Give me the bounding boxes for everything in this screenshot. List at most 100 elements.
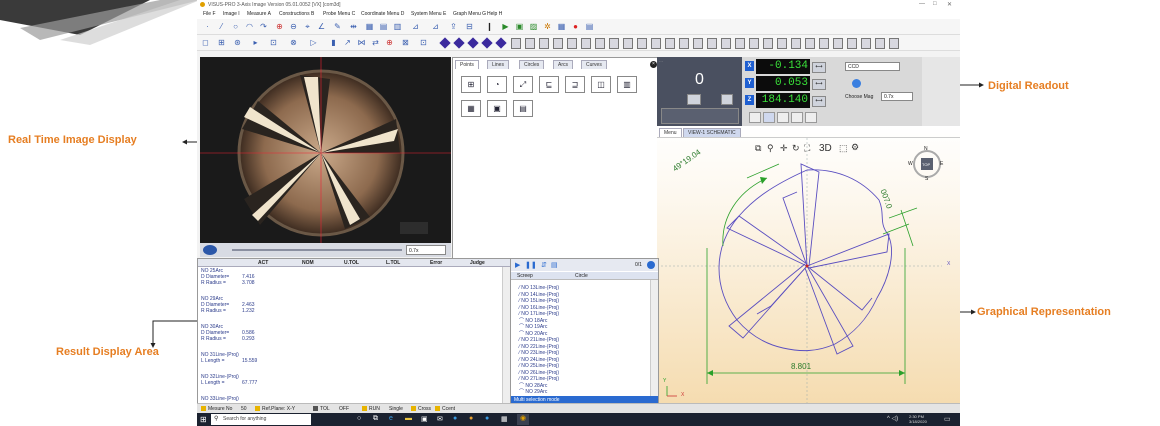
compass-east[interactable]: E <box>940 161 943 167</box>
feature-list-item[interactable]: ⌒ NO 19Arc <box>519 324 547 330</box>
status-single[interactable]: Single <box>389 406 403 412</box>
ellipse-icon[interactable]: ⊖ <box>289 22 298 31</box>
status-run[interactable]: RUN <box>369 406 380 412</box>
menu-constructions[interactable]: Constructions B <box>279 11 314 17</box>
pause-icon[interactable]: ❚❚ <box>525 261 537 269</box>
program-step-icon[interactable] <box>439 37 451 49</box>
x-zero-button[interactable]: ⟷ <box>812 62 826 73</box>
macro-icon[interactable] <box>819 38 829 49</box>
y-zero-button[interactable]: ⟷ <box>812 79 826 90</box>
measure-icon[interactable]: ⊡ <box>269 38 278 47</box>
app-icon[interactable]: ● <box>453 415 457 422</box>
file-explorer-icon[interactable]: ▬ <box>405 415 412 422</box>
status-tol-value[interactable]: OFF <box>339 406 349 412</box>
batch-icon[interactable]: ▣ <box>515 22 524 31</box>
macro-icon[interactable] <box>511 38 521 49</box>
feature-list-item[interactable]: ⁄ NO 26Line-(Proj) <box>519 370 559 376</box>
panel-icon[interactable]: ▤ <box>585 22 594 31</box>
macro-icon[interactable] <box>525 38 535 49</box>
macro-icon[interactable] <box>889 38 899 49</box>
tab-arcs[interactable]: Arcs <box>553 60 573 69</box>
settings-icon[interactable]: ✲ <box>543 22 552 31</box>
feature-list-item[interactable]: ⁄ NO 14Line-(Proj) <box>519 292 559 298</box>
macro-icon[interactable] <box>609 38 619 49</box>
farthest-point-tool[interactable]: ⊒ <box>565 76 585 93</box>
feature-list-item[interactable]: ⁄ NO 21Line-(Proj) <box>519 337 559 343</box>
grid-icon[interactable]: ▦ <box>557 22 566 31</box>
compass-north[interactable]: N <box>924 146 928 152</box>
macro-icon[interactable] <box>805 38 815 49</box>
report-icon[interactable]: ▤ <box>379 22 388 31</box>
tab-points[interactable]: Points <box>455 60 479 69</box>
col-error[interactable]: Error <box>430 260 442 266</box>
dro-tool-button[interactable] <box>763 112 775 123</box>
macro-icon[interactable] <box>539 38 549 49</box>
windows-start-icon[interactable]: ⊞ <box>200 415 207 424</box>
program-step-icon[interactable] <box>495 37 507 49</box>
macro-icon[interactable] <box>595 38 605 49</box>
feature-list-item[interactable]: ⁄ NO 22Line-(Proj) <box>519 344 559 350</box>
view-compass[interactable]: N S E W TOP <box>908 146 943 182</box>
mail-icon[interactable]: ✉ <box>437 415 443 423</box>
real-time-image-display[interactable] <box>200 57 451 243</box>
table-icon[interactable]: ▦ <box>365 22 374 31</box>
program-step-icon[interactable] <box>481 37 493 49</box>
camera-select[interactable]: CCD <box>845 62 900 71</box>
macro-icon[interactable] <box>763 38 773 49</box>
visus-taskbar-icon[interactable]: ◉ <box>517 414 529 425</box>
macro-icon[interactable] <box>693 38 703 49</box>
export-icon[interactable]: ⇪ <box>449 22 458 31</box>
feature-list-item[interactable]: ⁄ NO 15Line-(Proj) <box>519 298 559 304</box>
col-act[interactable]: ACT <box>258 260 268 266</box>
result-feature-name[interactable]: NO 33Line-(Proj) <box>201 396 239 402</box>
mirror-icon[interactable]: ⋈ <box>357 38 366 47</box>
auto-point-tool[interactable]: ▤ <box>513 100 533 117</box>
chart-icon[interactable]: ▥ <box>393 22 402 31</box>
app-icon[interactable]: ● <box>469 415 473 422</box>
menu-coordinate[interactable]: Coordinate Menu D <box>361 11 404 17</box>
macro-icon[interactable] <box>847 38 857 49</box>
minimize-button[interactable]: — <box>919 1 925 7</box>
maximize-button[interactable]: □ <box>933 1 937 7</box>
brightness-slider[interactable] <box>232 249 402 251</box>
tab-curves[interactable]: Curves <box>581 60 607 69</box>
readout-button[interactable] <box>721 94 733 105</box>
graphical-representation[interactable]: Menu VIEW-1 SCHEMATIC ⧉ ⚲ ✛ ↻ ⛶ 3D ⬚ ⚙ <box>657 126 960 403</box>
globe-icon[interactable]: ⊕ <box>385 38 394 47</box>
corner-point-tool[interactable]: ◫ <box>591 76 611 93</box>
readout-button[interactable] <box>687 94 701 105</box>
feature-list-item[interactable]: ⁄ NO 17Line-(Proj) <box>519 311 559 317</box>
macro-icon[interactable] <box>791 38 801 49</box>
menu-measure[interactable]: Measure A <box>247 11 271 17</box>
store-icon[interactable]: ▣ <box>421 415 428 423</box>
macro-icon[interactable] <box>875 38 885 49</box>
focus-icon[interactable]: ⊗ <box>289 38 298 47</box>
tab-graph-view[interactable]: VIEW-1 SCHEMATIC <box>683 128 741 137</box>
feature-list-item[interactable]: ⌒ NO 28Arc <box>519 383 547 389</box>
close-icon[interactable]: × <box>650 61 657 68</box>
edge-icon[interactable]: e <box>389 415 393 422</box>
menu-help[interactable]: Help H <box>487 11 502 17</box>
distance-icon[interactable]: ⇹ <box>349 22 358 31</box>
macro-icon[interactable] <box>749 38 759 49</box>
pattern-point-tool[interactable]: ▣ <box>487 100 507 117</box>
feature-list-item[interactable]: ⁄ NO 27Line-(Proj) <box>519 376 559 382</box>
compass-south[interactable]: S <box>925 176 928 182</box>
refresh-icon[interactable] <box>647 261 655 269</box>
program-step-icon[interactable] <box>467 37 479 49</box>
macro-icon[interactable] <box>707 38 717 49</box>
angle-icon[interactable]: ∠ <box>317 22 326 31</box>
program-step-icon[interactable] <box>453 37 465 49</box>
col-ltol[interactable]: L.TOL <box>386 260 400 266</box>
focus-point-tool[interactable]: ◔ <box>487 76 507 93</box>
macro-icon[interactable] <box>679 38 689 49</box>
macro-icon[interactable] <box>623 38 633 49</box>
forward-icon[interactable]: ▸ <box>251 38 260 47</box>
feature-list-item[interactable]: ⌒ NO 18Arc <box>519 318 547 324</box>
feature-list-item[interactable]: ⁄ NO 13Line-(Proj) <box>519 285 559 291</box>
window-icon[interactable]: ⊡ <box>419 38 428 47</box>
line-icon[interactable]: ⁄ <box>217 22 226 31</box>
macro-icon[interactable] <box>777 38 787 49</box>
tab-circles[interactable]: Circles <box>519 60 545 69</box>
dro-tool-button[interactable] <box>749 112 761 123</box>
